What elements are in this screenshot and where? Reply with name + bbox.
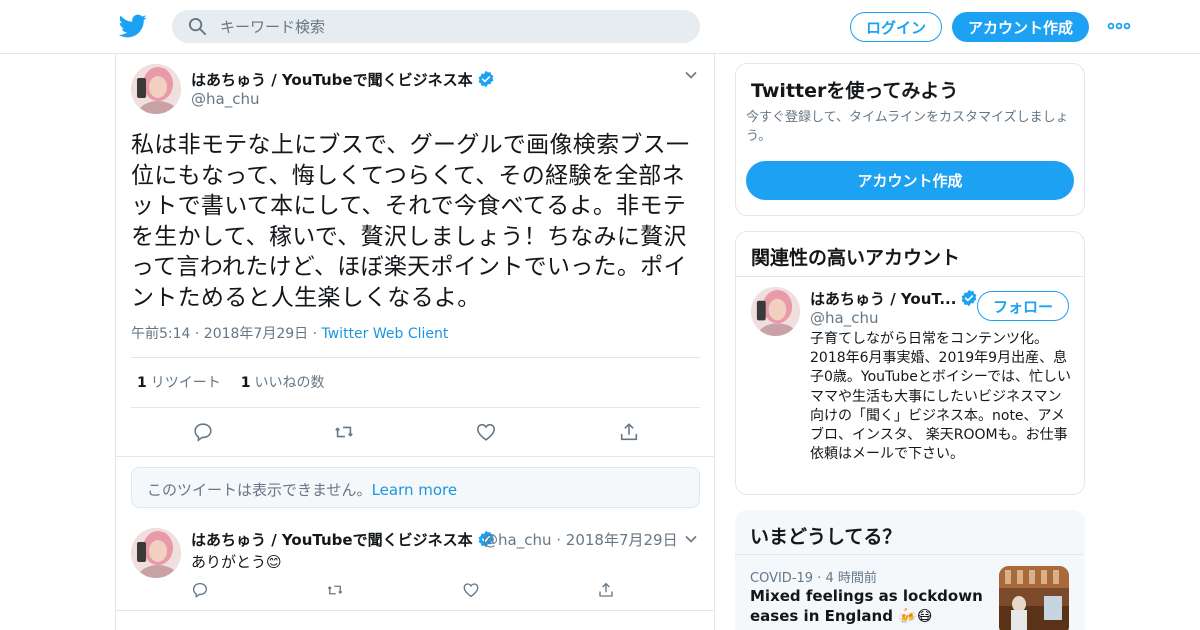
like-label: いいねの数	[254, 375, 325, 391]
chevron-down-icon[interactable]	[684, 68, 698, 82]
section-divider	[116, 610, 714, 611]
divider	[735, 554, 1083, 555]
section-divider	[116, 456, 714, 457]
reply-author-name[interactable]: はあちゅう / YouTubeで聞くビジネス本	[191, 529, 495, 550]
related-account-handle[interactable]: @ha_chu	[810, 309, 878, 327]
twitter-bird-icon[interactable]	[119, 12, 147, 40]
trend-metadata: COVID-19 · 4 時間前	[750, 571, 877, 586]
avatar-photo	[131, 528, 181, 578]
avatar-photo	[751, 287, 800, 336]
card-description: 今すぐ登録して、タイムラインをカスタマイズしましょう。	[746, 110, 1069, 144]
retweet-label: リツイート	[150, 375, 221, 391]
trend-thumbnail-image[interactable]	[999, 566, 1069, 630]
reply-icon[interactable]	[191, 581, 209, 599]
create-account-button[interactable]: アカウント作成	[746, 161, 1074, 200]
login-button[interactable]: ログイン	[850, 12, 942, 42]
retweet-icon[interactable]	[326, 581, 344, 599]
like-heart-icon[interactable]	[475, 421, 497, 443]
like-heart-icon[interactable]	[462, 581, 480, 599]
tweet-client-link[interactable]: Twitter Web Client	[322, 326, 449, 342]
unavailable-text: このツイートは表示できません。	[147, 481, 372, 499]
tweet-metadata: 午前5:14 · 2018年7月29日 · Twitter Web Client	[131, 323, 448, 343]
chevron-down-icon[interactable]	[684, 532, 698, 546]
share-icon[interactable]	[618, 421, 640, 443]
trends-card: いまどうしてる？ COVID-19 · 4 時間前 Mixed feelings…	[735, 510, 1085, 630]
card-title: 関連性の高いアカウント	[751, 247, 961, 269]
tweet-text: 私は非モテな上にブスで、グーグルで画像検索ブス一位にもなって、悔しくてつらくて、…	[131, 132, 690, 311]
search-input[interactable]	[220, 10, 680, 43]
pub-photo	[999, 566, 1069, 630]
learn-more-link[interactable]: Learn more	[372, 481, 458, 499]
retweet-stat[interactable]: 1 リツイート	[137, 375, 221, 391]
tweet-author-handle[interactable]: @ha_chu	[191, 90, 259, 108]
more-dots-icon[interactable]	[1107, 20, 1131, 32]
like-stat[interactable]: 1 いいねの数	[241, 375, 325, 391]
related-accounts-card: 関連性の高いアカウント はあちゅう / YouT... @ha_chu フォロー…	[735, 231, 1085, 495]
like-count: 1	[240, 375, 251, 391]
signup-prompt-card: Twitterを使ってみよう 今すぐ登録して、タイムラインをカスタマイズしましょ…	[735, 63, 1085, 216]
tweet-stats: 1 リツイート 1 いいねの数	[137, 372, 325, 392]
tweet-author-name[interactable]: はあちゅう / YouTubeで聞くビジネス本	[191, 69, 495, 90]
search-box[interactable]	[172, 10, 700, 43]
avatar-photo	[131, 64, 181, 114]
author-name-text: はあちゅう / YouTubeで聞くビジネス本	[191, 71, 473, 89]
divider	[131, 407, 700, 408]
card-title: いまどうしてる？	[750, 526, 902, 548]
reply-icon[interactable]	[192, 421, 214, 443]
verified-badge-icon	[962, 289, 977, 307]
reply-handle-text: @ha_chu	[483, 531, 552, 549]
divider	[131, 357, 700, 358]
avatar[interactable]	[751, 287, 800, 336]
reply-author-handle[interactable]: @ha_chu · 2018年7月29日	[483, 529, 678, 550]
related-name-text: はあちゅう / YouT...	[810, 290, 957, 308]
avatar[interactable]	[131, 64, 181, 114]
reply-date[interactable]: · 2018年7月29日	[556, 531, 677, 549]
reply-author-name-text: はあちゅう / YouTubeで聞くビジネス本	[191, 531, 473, 549]
reply-text: ありがとう😊	[191, 553, 282, 571]
card-title: Twitterを使ってみよう	[751, 80, 959, 102]
unavailable-tweet-notice: このツイートは表示できません。Learn more	[131, 467, 700, 508]
trend-headline[interactable]: Mixed feelings as lockdown eases in Engl…	[750, 586, 990, 626]
retweet-icon[interactable]	[333, 421, 355, 443]
top-navigation-bar: ログイン アカウント作成	[0, 0, 1200, 54]
follow-button[interactable]: フォロー	[977, 291, 1069, 321]
divider	[736, 276, 1084, 277]
retweet-count: 1	[137, 375, 147, 391]
related-account-name[interactable]: はあちゅう / YouT...	[810, 288, 978, 309]
search-icon	[188, 17, 207, 36]
tweet-column: はあちゅう / YouTubeで聞くビジネス本 @ha_chu 私は非モテな上に…	[115, 54, 715, 630]
related-account-bio: 子育てしながら日常をコンテンツ化。2018年6月事実婚、2019年9月出産、息子…	[810, 331, 1071, 463]
verified-badge-icon	[478, 70, 494, 88]
avatar[interactable]	[131, 528, 181, 578]
tweet-timestamp[interactable]: 午前5:14 · 2018年7月29日 ·	[131, 326, 322, 342]
signup-button[interactable]: アカウント作成	[952, 12, 1089, 42]
share-icon[interactable]	[597, 581, 615, 599]
